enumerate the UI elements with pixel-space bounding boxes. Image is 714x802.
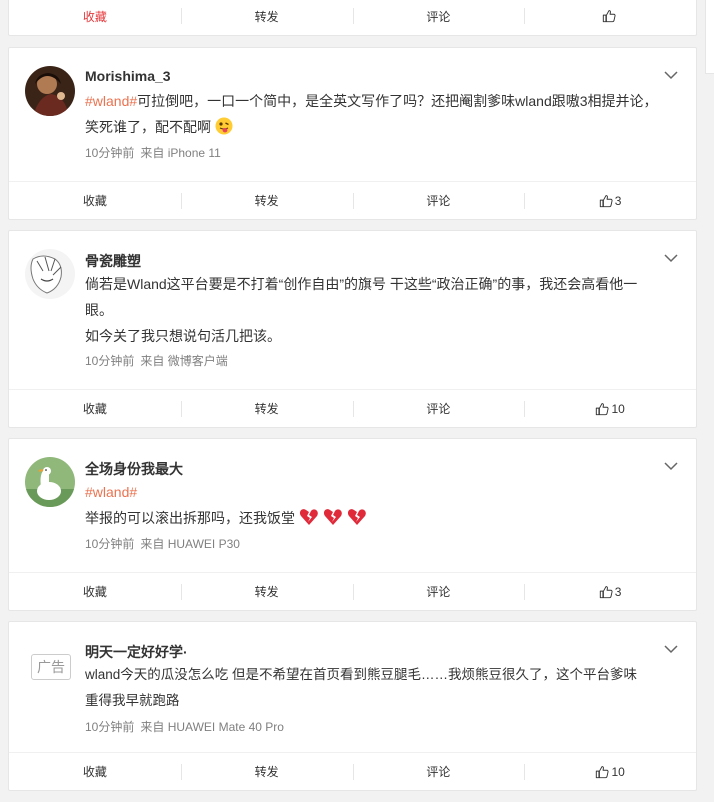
avatar[interactable] <box>25 249 75 299</box>
favorite-label: 收藏 <box>82 194 107 208</box>
broken-heart-icon <box>323 509 342 525</box>
like-button[interactable]: 3 <box>524 573 696 610</box>
repost-label: 转发 <box>254 402 279 416</box>
comment-label: 评论 <box>426 194 451 208</box>
username[interactable]: Morishima_3 <box>85 68 171 84</box>
post-line: 如今关了我只想说句活几把该。 <box>85 328 281 344</box>
post-text: wland今天的瓜没怎么吃 但是不希望在首页看到熊豆腿毛……我烦熊豆很久了，这个… <box>85 662 665 714</box>
ad-badge: 广告 <box>31 654 71 680</box>
like-icon <box>602 10 616 23</box>
repost-label: 转发 <box>254 9 279 24</box>
comment-card: 骨瓷雕塑 倘若是Wland这平台要是不打着“创作自由”的旗号 干这些“政治正确”… <box>8 230 697 428</box>
post-line: 重得我早就跑路 <box>85 693 180 708</box>
like-button[interactable] <box>524 0 696 35</box>
comment-label: 评论 <box>426 9 451 24</box>
source: 来自 HUAWEI Mate 40 Pro <box>140 720 284 734</box>
username[interactable]: 明天一定好好学· <box>85 642 188 662</box>
broken-heart-icon <box>299 509 318 525</box>
like-button[interactable]: 10 <box>524 390 696 427</box>
like-icon <box>599 585 613 598</box>
username[interactable]: 骨瓷雕塑 <box>85 251 141 271</box>
favorite-button[interactable]: 收藏 <box>9 390 181 427</box>
avatar[interactable] <box>25 66 75 116</box>
favorite-label: 收藏 <box>82 765 107 779</box>
source: 来自 HUAWEI P30 <box>140 537 240 551</box>
repost-button[interactable]: 转发 <box>180 573 353 610</box>
favorite-button[interactable]: 收藏 <box>9 753 181 790</box>
repost-label: 转发 <box>254 585 279 599</box>
chevron-down-icon[interactable] <box>664 461 678 471</box>
post-meta: 10分钟前 来自 HUAWEI Mate 40 Pro <box>85 718 284 735</box>
ad-card: 广告 明天一定好好学· wland今天的瓜没怎么吃 但是不希望在首页看到熊豆腿毛… <box>8 621 697 791</box>
post-line: wland今天的瓜没怎么吃 但是不希望在首页看到熊豆腿毛……我烦熊豆很久了，这个… <box>85 667 638 682</box>
like-icon <box>596 765 609 778</box>
chevron-down-icon[interactable] <box>664 644 678 654</box>
repost-label: 转发 <box>254 765 279 779</box>
post-text: 倘若是Wland这平台要是不打着“创作自由”的旗号 干这些“政治正确”的事，我还… <box>85 271 665 349</box>
comment-button[interactable]: 评论 <box>352 182 525 219</box>
comment-button[interactable]: 评论 <box>352 390 525 427</box>
chevron-down-icon[interactable] <box>664 253 678 263</box>
favorite-label: 收藏 <box>82 9 107 24</box>
repost-button[interactable]: 转发 <box>180 182 353 219</box>
action-bar: 收藏 转发 评论 <box>9 0 696 35</box>
source: 来自 iPhone 11 <box>140 146 221 160</box>
repost-button[interactable]: 转发 <box>180 390 353 427</box>
avatar[interactable] <box>25 457 75 507</box>
comment-card: Morishima_3 #wland#可拉倒吧，一口一个简中，是全英文写作了吗？… <box>8 47 697 220</box>
like-count: 3 <box>614 193 622 208</box>
action-bar: 收藏 转发 评论 3 <box>9 181 696 219</box>
comment-card: 全场身份我最大 #wland# 举报的可以滚出拆那吗，还我饭堂 10分钟前 来自 … <box>8 438 697 611</box>
right-sidebar-edge <box>705 0 714 802</box>
like-icon <box>596 402 609 415</box>
post-line: 倘若是Wland这平台要是不打着“创作自由”的旗号 干这些“政治正确”的事，我还… <box>85 276 638 292</box>
comment-button[interactable]: 评论 <box>352 753 525 790</box>
like-button[interactable]: 3 <box>524 182 696 219</box>
like-count: 10 <box>611 401 625 416</box>
post-meta: 10分钟前 来自 HUAWEI P30 <box>85 535 240 552</box>
like-icon <box>599 194 613 207</box>
previous-post-actions: 收藏 转发 评论 <box>8 0 697 36</box>
hashtag-link[interactable]: #wland# <box>85 484 137 500</box>
favorite-button[interactable]: 收藏 <box>9 0 181 35</box>
post-line: 笑死谁了，配不配啊 <box>85 119 211 135</box>
action-bar: 收藏 转发 评论 3 <box>9 572 696 610</box>
timestamp[interactable]: 10分钟前 <box>85 146 134 160</box>
post-text: #wland# 举报的可以滚出拆那吗，还我饭堂 <box>85 479 665 531</box>
favorite-button[interactable]: 收藏 <box>9 182 181 219</box>
favorite-label: 收藏 <box>82 402 107 416</box>
comment-label: 评论 <box>426 585 451 599</box>
chevron-down-icon[interactable] <box>664 70 678 80</box>
favorite-button[interactable]: 收藏 <box>9 573 181 610</box>
post-meta: 10分钟前 来自 微博客户端 <box>85 352 228 369</box>
like-count: 3 <box>614 584 622 599</box>
favorite-label: 收藏 <box>82 585 107 599</box>
action-bar: 收藏 转发 评论 10 <box>9 752 696 790</box>
hashtag-link[interactable]: #wland# <box>85 93 137 109</box>
like-count: 10 <box>611 764 625 779</box>
source: 来自 微博客户端 <box>140 354 228 368</box>
timestamp[interactable]: 10分钟前 <box>85 720 134 734</box>
broken-heart-icon <box>347 509 366 525</box>
timestamp[interactable]: 10分钟前 <box>85 537 134 551</box>
repost-button[interactable]: 转发 <box>180 753 353 790</box>
comment-button[interactable]: 评论 <box>352 0 525 35</box>
comment-button[interactable]: 评论 <box>352 573 525 610</box>
like-button[interactable]: 10 <box>524 753 696 790</box>
comment-label: 评论 <box>426 402 451 416</box>
username[interactable]: 全场身份我最大 <box>85 459 183 479</box>
post-line: 举报的可以滚出拆那吗，还我饭堂 <box>85 510 295 526</box>
repost-label: 转发 <box>254 194 279 208</box>
action-bar: 收藏 转发 评论 10 <box>9 389 696 427</box>
comment-label: 评论 <box>426 765 451 779</box>
post-meta: 10分钟前 来自 iPhone 11 <box>85 144 221 161</box>
post-line: 可拉倒吧，一口一个简中，是全英文写作了吗？还把阉割爹味wland跟嗷3相提并论， <box>137 93 658 109</box>
timestamp[interactable]: 10分钟前 <box>85 354 134 368</box>
post-line: 眼。 <box>85 302 113 318</box>
repost-button[interactable]: 转发 <box>180 0 353 35</box>
post-text: #wland#可拉倒吧，一口一个简中，是全英文写作了吗？还把阉割爹味wland跟… <box>85 88 665 140</box>
tongue-emoji-icon <box>215 117 233 135</box>
